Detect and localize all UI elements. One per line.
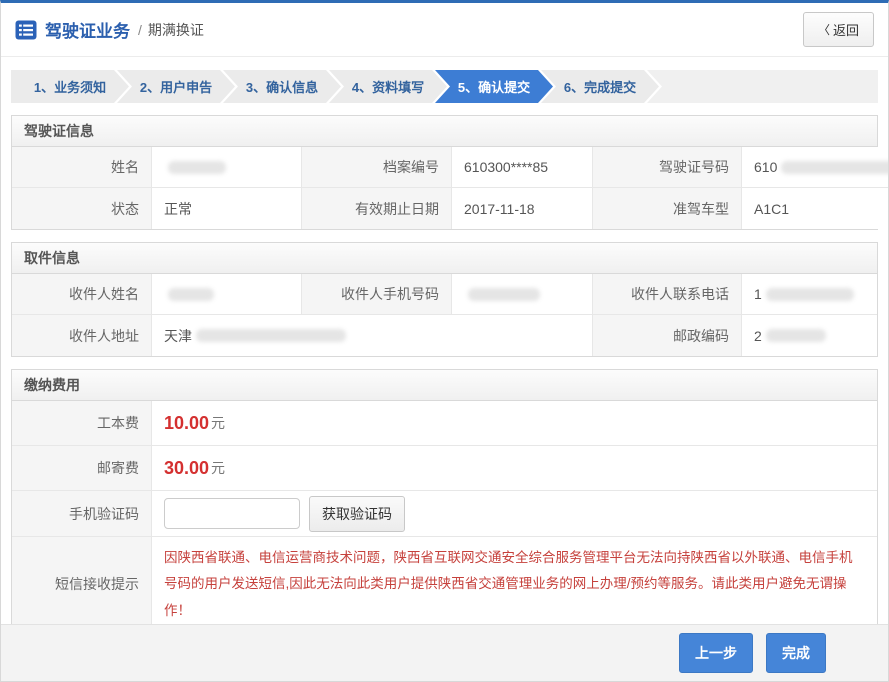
fee-unit: 元 [211,458,225,478]
field-value-recipient-mobile [452,274,593,315]
page: 驾驶证业务 / 期满换证 〈 返回 1、业务须知 2、用户申告 3、确认信息 4… [0,0,889,682]
sms-notice-text: 因陕西省联通、电信运营商技术问题，陕西省互联网交通安全综合服务管理平台无法向持陕… [152,537,877,632]
steps-filler [647,70,878,103]
step-label: 6、完成提交 [564,77,636,96]
step-5-confirm-submit-active: 5、确认提交 [435,70,553,103]
previous-step-button[interactable]: 上一步 [679,633,753,673]
field-value-recipient-phone: 1 [742,274,877,315]
field-value-expiry-date: 2017-11-18 [452,188,593,229]
field-label-production-fee: 工本费 [12,401,152,446]
field-value-postage-fee: 30.00元 [152,446,877,491]
field-label-recipient-mobile: 收件人手机号码 [302,274,452,315]
sms-code-input[interactable] [164,498,300,529]
field-value-name [152,147,302,188]
step-label: 4、资料填写 [352,77,424,96]
step-2-user-declaration: 2、用户申告 [117,70,235,103]
step-label: 5、确认提交 [458,77,530,96]
section-title: 取件信息 [12,243,877,274]
back-button[interactable]: 〈 返回 [803,12,874,47]
header: 驾驶证业务 / 期满换证 〈 返回 [1,3,888,57]
redacted-value [196,329,346,342]
back-button-label: 返回 [833,20,859,39]
breadcrumb-current: 期满换证 [148,20,204,40]
value-prefix: 2 [754,328,762,344]
field-value-status: 正常 [152,188,302,229]
page-title: 驾驶证业务 [45,17,130,42]
field-label-expiry-date: 有效期止日期 [302,188,452,229]
field-sms-code: 获取验证码 [152,491,877,537]
fee-unit: 元 [211,413,225,433]
field-label-recipient-phone: 收件人联系电话 [593,274,742,315]
field-value-file-number: 610300****85 [452,147,593,188]
section-pickup-info: 取件信息 收件人姓名 收件人手机号码 收件人联系电话 1 收件人地址 天津 邮政… [11,242,878,357]
get-sms-code-button[interactable]: 获取验证码 [309,496,405,532]
finish-button[interactable]: 完成 [766,633,826,673]
field-label-name: 姓名 [12,147,152,188]
redacted-value [468,288,540,301]
step-4-fill-materials: 4、资料填写 [329,70,447,103]
redacted-value [168,288,214,301]
value-prefix: 610 [754,159,777,175]
step-label: 1、业务须知 [34,77,106,96]
field-value-vehicle-class: A1C1 [742,188,889,229]
section-fees: 缴纳费用 工本费 10.00元 邮寄费 30.00元 手机验证码 获取验证码 短… [11,369,878,633]
field-label-sms-code: 手机验证码 [12,491,152,537]
back-chevron-icon: 〈 [818,21,830,38]
value-prefix: 1 [754,286,762,302]
redacted-value [766,288,854,301]
value-prefix: 天津 [164,326,192,346]
field-label-sms-notice: 短信接收提示 [12,537,152,632]
fee-amount: 30.00 [164,458,209,479]
field-label-postage-fee: 邮寄费 [12,446,152,491]
field-value-license-number: 610 [742,147,889,188]
redacted-value [766,329,826,342]
section-title: 驾驶证信息 [12,116,877,147]
redacted-value [781,161,889,174]
field-label-vehicle-class: 准驾车型 [593,188,742,229]
field-label-postal-code: 邮政编码 [593,315,742,356]
footer-action-bar: 上一步 完成 [1,624,888,681]
step-6-complete-submit: 6、完成提交 [541,70,659,103]
step-3-confirm-info: 3、确认信息 [223,70,341,103]
field-value-recipient-address: 天津 [152,315,593,356]
field-label-license-number: 驾驶证号码 [593,147,742,188]
step-label: 2、用户申告 [140,77,212,96]
step-1-business-notice: 1、业务须知 [11,70,129,103]
field-label-recipient-address: 收件人地址 [12,315,152,356]
field-label-status: 状态 [12,188,152,229]
field-label-file-number: 档案编号 [302,147,452,188]
steps-progress-bar: 1、业务须知 2、用户申告 3、确认信息 4、资料填写 5、确认提交 6、完成提… [1,57,888,115]
field-value-production-fee: 10.00元 [152,401,877,446]
field-value-postal-code: 2 [742,315,877,356]
field-label-recipient-name: 收件人姓名 [12,274,152,315]
fee-amount: 10.00 [164,413,209,434]
step-label: 3、确认信息 [246,77,318,96]
redacted-value [168,161,226,174]
document-list-icon [15,20,37,40]
field-value-recipient-name [152,274,302,315]
section-license-info: 驾驶证信息 姓名 档案编号 610300****85 驾驶证号码 610 状态 … [11,115,878,230]
section-title: 缴纳费用 [12,370,877,401]
field-sms-notice: 因陕西省联通、电信运营商技术问题，陕西省互联网交通安全综合服务管理平台无法向持陕… [152,537,877,632]
breadcrumb-separator: / [138,22,142,38]
